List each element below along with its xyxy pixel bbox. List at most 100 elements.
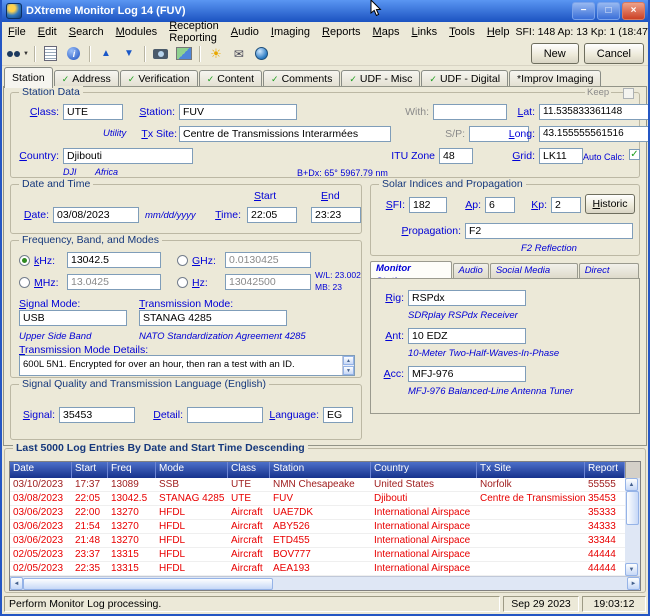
tab-audio[interactable]: Audio [453,263,489,278]
hz-field[interactable]: 13042500 [225,274,311,290]
lat-field[interactable]: 11.535833361148 [539,104,649,120]
menu-reports[interactable]: Reports [316,24,367,40]
end-time-field[interactable]: 23:23 [311,207,361,223]
tab-direct-tune[interactable]: Direct Tune [579,263,639,278]
tab-content[interactable]: ✓Content [199,70,262,87]
menu-audio[interactable]: Audio [225,24,265,40]
itu-zone-field[interactable]: 48 [439,148,473,164]
column-header[interactable]: Class [228,462,270,478]
tab-improv-imaging[interactable]: *Improv Imaging [509,70,601,87]
menu-search[interactable]: Search [63,24,110,40]
ghz-radio[interactable] [177,255,188,266]
with-field[interactable] [433,104,507,120]
close-button[interactable]: × [622,2,645,20]
new-button[interactable]: New [531,43,579,64]
grid-vertical-scrollbar[interactable]: ▲ ▼ [625,478,640,576]
long-field[interactable]: 43.155555561516 [539,126,649,142]
grid-horizontal-scrollbar[interactable]: ◄ ► [10,576,640,590]
kp-field[interactable]: 2 [551,197,581,213]
signal-mode-field[interactable]: USB [19,310,127,326]
ghz-field[interactable]: 0.0130425 [225,252,311,268]
web-button[interactable] [251,43,273,65]
khz-field[interactable]: 13042.5 [67,252,161,268]
tab-udf-misc[interactable]: ✓UDF - Misc [341,70,420,87]
table-row[interactable]: 03/06/2023 21:48 13270 HFDL Aircraft ETD… [10,534,640,548]
transmission-details-field[interactable]: 600L 5N1. Encrypted for over an hour, th… [19,355,355,376]
column-header[interactable]: Freq [108,462,156,478]
rig-field[interactable]: RSPdx [408,290,526,306]
tab-udf-digital[interactable]: ✓UDF - Digital [421,70,508,87]
date-field[interactable]: 03/08/2023 [53,207,139,223]
tab-address[interactable]: ✓Address [54,70,119,87]
details-scrollbar[interactable]: ▲ ▼ [342,356,354,375]
scrollbar-thumb[interactable] [626,491,639,525]
column-header[interactable]: Station [270,462,371,478]
tab-verification[interactable]: ✓Verification [120,70,198,87]
minimize-button[interactable]: − [572,2,595,20]
scroll-up-button[interactable]: ▲ [625,478,638,491]
menu-tools[interactable]: Tools [443,24,481,40]
column-header[interactable]: Mode [156,462,228,478]
scrollbar-track[interactable] [23,577,627,590]
scroll-up-button[interactable]: ▲ [343,356,354,365]
country-field[interactable]: Djibouti [63,148,193,164]
tab-comments[interactable]: ✓Comments [263,70,340,87]
station-field[interactable]: FUV [179,104,297,120]
tab-station[interactable]: Station [4,67,53,88]
menu-help[interactable]: Help [481,24,516,40]
scrollbar-track[interactable] [625,491,640,563]
historic-button[interactable]: Historic [585,194,635,214]
class-field[interactable]: UTE [63,104,123,120]
signal-field[interactable]: 35453 [59,407,135,423]
maximize-button[interactable]: □ [597,2,620,20]
language-field[interactable]: EG [323,407,353,423]
hz-radio[interactable] [177,277,188,288]
scroll-right-button[interactable]: ► [627,577,640,590]
table-row[interactable]: 03/10/2023 17:37 13089 SSB UTE NMN Chesa… [10,478,640,492]
table-row[interactable]: 03/08/2023 22:05 13042.5 STANAG 4285 UTE… [10,492,640,506]
previous-record-button[interactable]: ▲ [95,43,117,65]
menu-imaging[interactable]: Imaging [265,24,316,40]
scrollbar-thumb[interactable] [23,578,273,590]
mail-button[interactable]: ✉ [228,43,250,65]
column-header[interactable]: Tx Site [477,462,585,478]
detail-field[interactable] [187,407,263,423]
tab-social-media-post[interactable]: Social Media Post [490,263,578,278]
keep-checkbox[interactable] [623,88,634,99]
tx-site-field[interactable]: Centre de Transmissions Interarmées [179,126,391,142]
mhz-field[interactable]: 13.0425 [67,274,161,290]
cancel-button[interactable]: Cancel [584,43,644,64]
find-button[interactable]: ▼ [6,43,30,65]
menu-modules[interactable]: Modules [110,24,164,40]
menu-file[interactable]: File [2,24,32,40]
auto-calc-checkbox[interactable]: ✓ [629,149,640,160]
table-row[interactable]: 02/05/2023 22:35 13315 HFDL Aircraft AEA… [10,562,640,576]
table-row[interactable]: 02/05/2023 23:37 13315 HFDL Aircraft BOV… [10,548,640,562]
menu-edit[interactable]: Edit [32,24,63,40]
info-button[interactable]: i [63,43,85,65]
scroll-left-button[interactable]: ◄ [10,577,23,590]
column-header[interactable]: Start [72,462,108,478]
mhz-radio[interactable] [19,277,30,288]
log-report-button[interactable] [40,43,62,65]
next-record-button[interactable]: ▼ [118,43,140,65]
scroll-down-button[interactable]: ▼ [343,366,354,375]
grid-field[interactable]: LK11 [539,148,583,164]
solar-button[interactable]: ☀ [205,43,227,65]
imaging-button[interactable] [173,43,195,65]
column-header[interactable]: Report [585,462,625,478]
table-row[interactable]: 03/06/2023 22:00 13270 HFDL Aircraft UAE… [10,506,640,520]
start-time-field[interactable]: 22:05 [247,207,297,223]
camera-button[interactable] [150,43,172,65]
scroll-down-button[interactable]: ▼ [625,563,638,576]
propagation-field[interactable]: F2 [465,223,633,239]
column-header[interactable]: Date [10,462,72,478]
tab-monitor-station[interactable]: Monitor Station [370,261,452,278]
khz-radio[interactable] [19,255,30,266]
table-row[interactable]: 03/06/2023 21:54 13270 HFDL Aircraft ABY… [10,520,640,534]
sfi-field[interactable]: 182 [409,197,447,213]
menu-maps[interactable]: Maps [367,24,406,40]
menu-links[interactable]: Links [405,24,443,40]
column-header[interactable]: Country [371,462,477,478]
transmission-mode-field[interactable]: STANAG 4285 [139,310,287,326]
